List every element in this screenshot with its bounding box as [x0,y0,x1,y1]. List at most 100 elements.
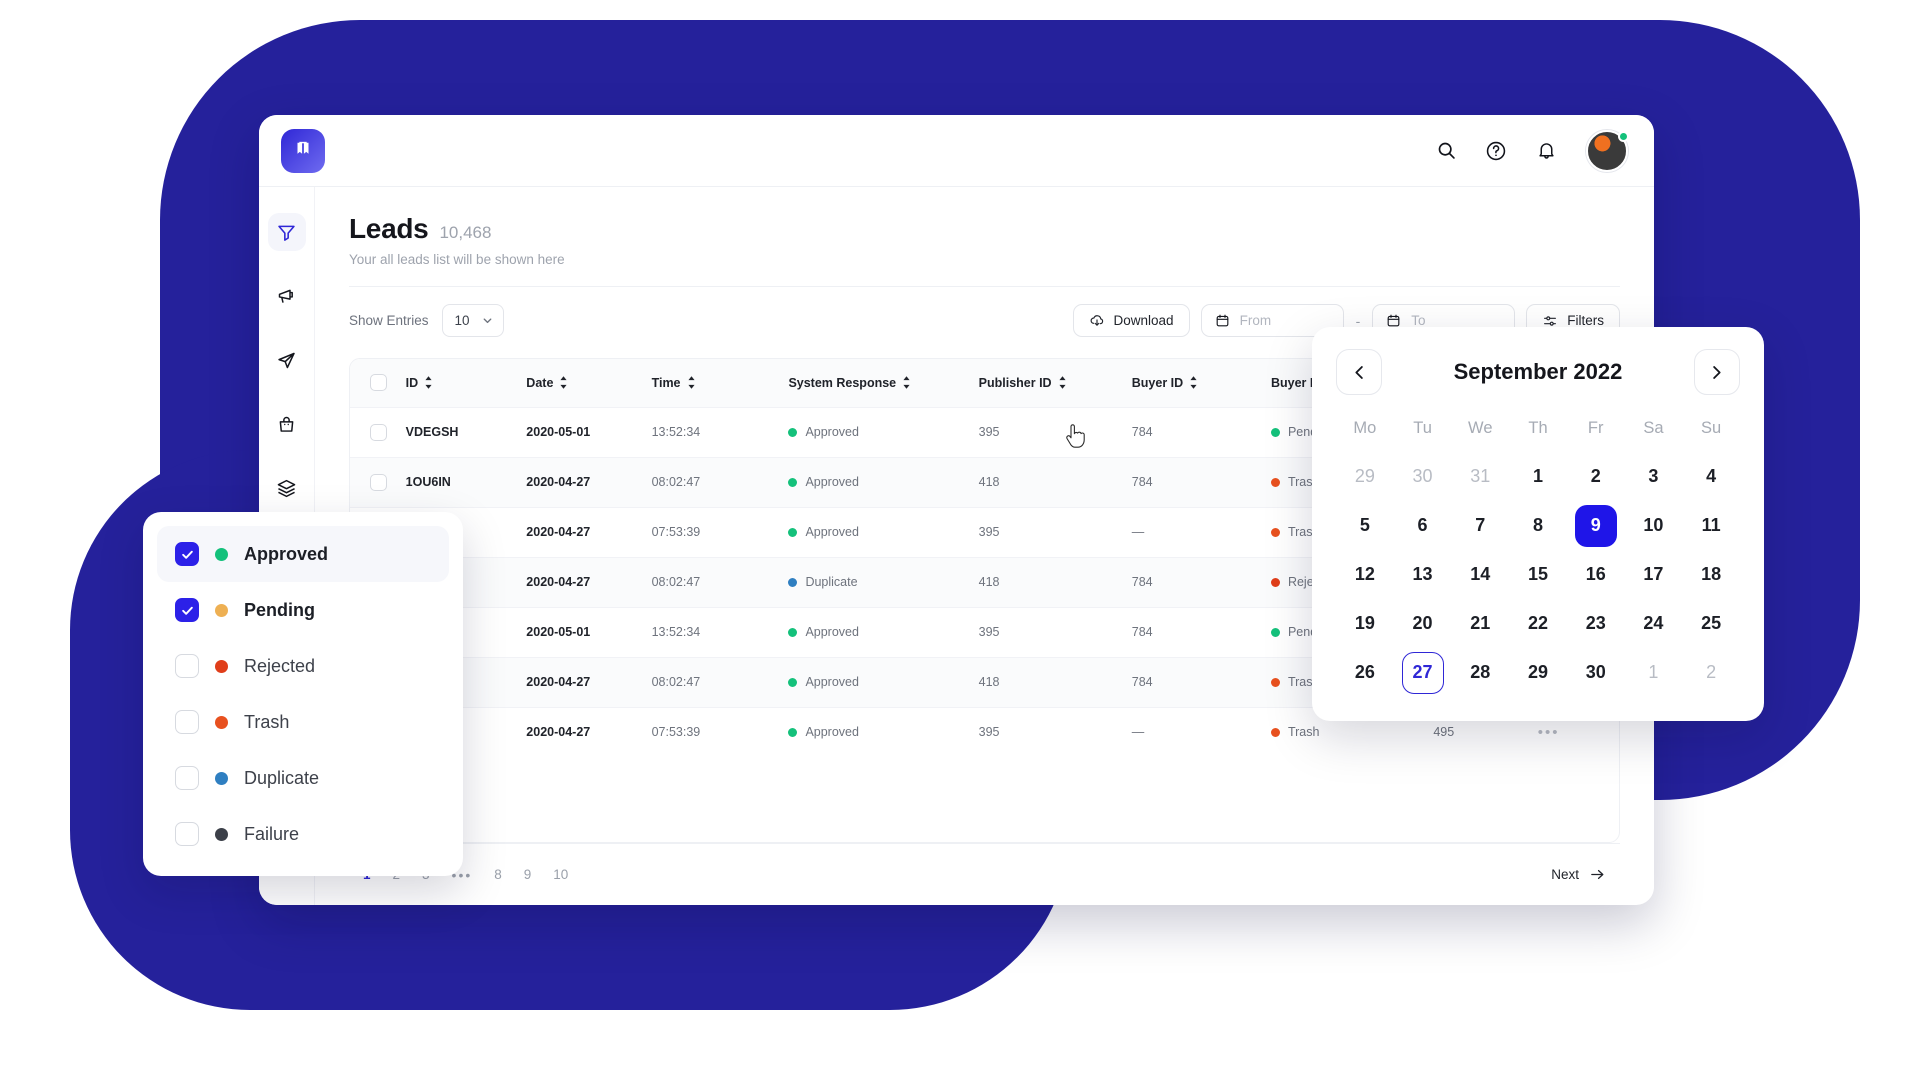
calendar-day[interactable]: 1 [1517,456,1559,498]
cell-date: 2020-04-27 [526,556,652,607]
status-filter-checkbox[interactable] [175,766,199,790]
calendar-day[interactable]: 3 [1632,456,1674,498]
calendar-day[interactable]: 30 [1402,456,1444,498]
status-color-dot [215,827,228,841]
row-checkbox[interactable] [370,423,387,441]
th-system-response-label: System Response [788,375,897,390]
calendar-day[interactable]: 12 [1344,554,1386,596]
calendar-day[interactable]: 30 [1575,652,1617,694]
cell-time: 07:53:39 [651,706,789,757]
calendar-day[interactable]: 11 [1690,505,1732,547]
search-icon[interactable] [1432,137,1460,165]
calendar-day[interactable]: 10 [1632,505,1674,547]
calendar-day[interactable]: 17 [1632,554,1674,596]
calendar-day[interactable]: 22 [1517,603,1559,645]
calendar-day[interactable]: 14 [1459,554,1501,596]
status-filter-checkbox[interactable] [175,654,199,678]
calendar-day[interactable]: 31 [1459,456,1501,498]
calendar-day[interactable]: 29 [1517,652,1559,694]
calendar-day[interactable]: 19 [1344,603,1386,645]
date-from-value: From [1239,313,1272,328]
status-filter-item[interactable]: Pending [157,582,449,638]
cell-publisher-id: 418 [978,456,1132,507]
calendar-day[interactable]: 20 [1402,603,1444,645]
calendar-day-today[interactable]: 27 [1401,651,1444,694]
calendar-day[interactable]: 2 [1575,456,1617,498]
calendar-icon [1216,314,1228,327]
avatar[interactable] [1586,129,1629,172]
calendar-day[interactable]: 13 [1402,554,1444,596]
th-time-label: Time [651,375,681,390]
calendar-cell: 5 [1336,501,1394,550]
bell-icon[interactable] [1532,137,1560,165]
calendar-cell: 23 [1567,599,1625,648]
th-publisher-id[interactable]: Publisher ID [979,359,1132,407]
cell-time: 08:02:47 [651,456,789,507]
calendar-day[interactable]: 29 [1344,456,1386,498]
sidebar-item-filter[interactable] [267,213,306,251]
sidebar-item-layers[interactable] [268,469,306,507]
calendar-day[interactable]: 25 [1690,603,1732,645]
calendar-day[interactable]: 28 [1459,652,1501,694]
calendar-day-selected[interactable]: 9 [1574,504,1617,547]
th-buyer-id[interactable]: Buyer ID [1132,359,1271,407]
select-all-checkbox[interactable] [370,374,387,392]
status-filter-checkbox[interactable] [175,598,199,622]
status-filter-checkbox[interactable] [175,822,199,846]
calendar-day[interactable]: 18 [1690,554,1732,596]
status-filter-checkbox[interactable] [175,710,199,734]
status-filter-popup: Approved Pending Rejected Trash Duplicate Fai… [143,512,463,876]
download-button[interactable]: Download [1072,304,1190,337]
page-number[interactable]: 8 [494,867,502,882]
calendar-cell: 13 [1394,550,1452,599]
calendar-day[interactable]: 21 [1459,603,1501,645]
calendar-day[interactable]: 5 [1344,505,1386,547]
th-select-all[interactable] [350,359,406,407]
calendar-day[interactable]: 16 [1575,554,1617,596]
status-filter-item[interactable]: Failure [157,806,449,862]
th-date[interactable]: Date [526,359,651,407]
calendar-day[interactable]: 2 [1690,652,1732,694]
row-menu-icon[interactable]: ••• [1538,724,1560,741]
status-filter-item[interactable]: Rejected [157,638,449,694]
th-id[interactable]: ID [406,359,527,407]
status-color-dot [215,603,228,617]
cell-time: 07:53:39 [651,506,789,557]
calendar-day[interactable]: 23 [1575,603,1617,645]
th-time[interactable]: Time [652,359,789,407]
row-select-cell[interactable] [350,406,406,457]
calendar-cell: 14 [1451,550,1509,599]
help-icon[interactable] [1482,137,1510,165]
calendar-day[interactable]: 6 [1402,505,1444,547]
status-filter-item[interactable]: Trash [157,694,449,750]
row-select-cell[interactable] [350,456,406,507]
calendar-day[interactable]: 26 [1344,652,1386,694]
calendar-cell: 31 [1451,452,1509,501]
calendar-weekday-row: Mo Tu We Th Fr Sa Su [1336,411,1740,452]
calendar-day[interactable]: 8 [1517,505,1559,547]
next-page-button[interactable]: Next [1551,866,1620,883]
th-system-response[interactable]: System Response [788,359,978,407]
calendar-cell: 1 [1625,648,1683,697]
status-filter-item[interactable]: Approved [157,526,449,582]
calendar-prev-button[interactable] [1336,349,1382,395]
sidebar-item-send[interactable] [268,341,306,379]
app-logo[interactable] [281,128,325,173]
calendar-day[interactable]: 7 [1459,505,1501,547]
status-dot [788,577,798,587]
page-number[interactable]: 9 [524,867,532,882]
calendar-day[interactable]: 4 [1690,456,1732,498]
entries-select[interactable]: 10 [441,304,504,337]
calendar-day[interactable]: 15 [1517,554,1559,596]
calendar-day[interactable]: 1 [1632,652,1674,694]
sidebar-item-products[interactable] [268,405,306,443]
status-filter-item[interactable]: Duplicate [157,750,449,806]
page-number[interactable]: 10 [553,867,568,882]
calendar-next-button[interactable] [1693,349,1740,395]
th-buyer-id-label: Buyer ID [1131,375,1184,390]
calendar-day[interactable]: 24 [1632,603,1674,645]
filters-label: Filters [1567,313,1604,328]
row-checkbox[interactable] [370,473,387,491]
status-filter-checkbox[interactable] [175,542,199,566]
sidebar-item-campaigns[interactable] [268,277,306,315]
